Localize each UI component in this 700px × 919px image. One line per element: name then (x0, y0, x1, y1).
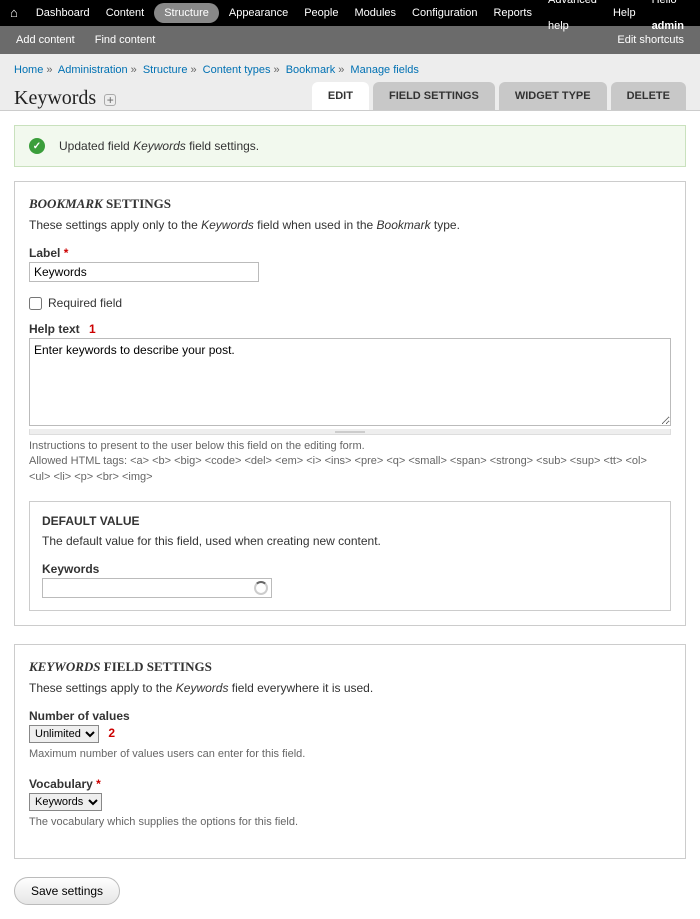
bookmark-settings-heading: BOOKMARK SETTINGS (29, 196, 671, 212)
vocab-label: Vocabulary * (29, 777, 671, 791)
bookmark-settings-panel: BOOKMARK SETTINGS These settings apply o… (14, 181, 686, 626)
numvals-label: Number of values (29, 709, 671, 723)
numvals-select[interactable]: Unlimited (29, 725, 99, 743)
edit-shortcuts-link[interactable]: Edit shortcuts (607, 26, 694, 54)
bc-structure[interactable]: Structure (143, 64, 188, 76)
bc-content-types[interactable]: Content types (203, 64, 271, 76)
helptext-textarea[interactable]: Enter keywords to describe your post. (29, 338, 671, 426)
nav-content[interactable]: Content (98, 0, 153, 26)
label-field-label: Label * (29, 246, 671, 260)
primary-tabs: EDIT FIELD SETTINGS WIDGET TYPE DELETE (312, 82, 686, 110)
default-keywords-label: Keywords (42, 562, 658, 576)
annotation-2: 2 (108, 726, 115, 740)
tab-delete[interactable]: DELETE (611, 82, 686, 110)
vocab-desc: The vocabulary which supplies the option… (29, 815, 671, 830)
annotation-1: 1 (89, 322, 96, 336)
label-input[interactable] (29, 262, 259, 282)
required-label: Required field (48, 296, 122, 310)
bc-administration[interactable]: Administration (58, 64, 128, 76)
find-content-link[interactable]: Find content (85, 26, 166, 54)
bc-home[interactable]: Home (14, 64, 43, 76)
helptext-label: Help text 1 (29, 322, 671, 336)
vocab-select[interactable]: Keywords (29, 793, 102, 811)
bc-manage-fields[interactable]: Manage fields (350, 64, 419, 76)
page-header: Home» Administration» Structure» Content… (0, 54, 700, 111)
tab-widget-type[interactable]: WIDGET TYPE (499, 82, 607, 110)
keywords-settings-desc: These settings apply to the Keywords fie… (29, 681, 671, 695)
bc-bookmark[interactable]: Bookmark (286, 64, 336, 76)
required-checkbox[interactable] (29, 297, 42, 310)
tab-edit[interactable]: EDIT (312, 82, 369, 110)
page-title: Keywords (14, 87, 96, 110)
nav-reports[interactable]: Reports (485, 0, 540, 26)
nav-help[interactable]: Help (605, 0, 644, 26)
save-settings-button[interactable]: Save settings (14, 877, 120, 905)
numvals-desc: Maximum number of values users can enter… (29, 747, 671, 762)
keywords-field-settings-panel: KEYWORDS FIELD SETTINGS These settings a… (14, 644, 686, 859)
tab-field-settings[interactable]: FIELD SETTINGS (373, 82, 495, 110)
check-icon: ✓ (29, 138, 45, 154)
keywords-settings-heading: KEYWORDS FIELD SETTINGS (29, 659, 671, 675)
status-message: ✓ Updated field Keywords field settings. (14, 125, 686, 167)
nav-structure[interactable]: Structure (154, 3, 219, 23)
nav-modules[interactable]: Modules (346, 0, 404, 26)
nav-dashboard[interactable]: Dashboard (28, 0, 98, 26)
default-keywords-input[interactable] (42, 578, 272, 598)
nav-configuration[interactable]: Configuration (404, 0, 485, 26)
textarea-grippie[interactable] (29, 429, 671, 435)
default-value-heading: DEFAULT VALUE (42, 514, 658, 528)
default-value-fieldset: DEFAULT VALUE The default value for this… (29, 501, 671, 611)
main-content: ✓ Updated field Keywords field settings.… (0, 111, 700, 919)
add-shortcut-icon[interactable]: + (104, 94, 116, 106)
default-value-desc: The default value for this field, used w… (42, 534, 658, 548)
helptext-description: Instructions to present to the user belo… (29, 439, 671, 485)
add-content-link[interactable]: Add content (6, 26, 85, 54)
status-text: Updated field Keywords field settings. (59, 139, 259, 153)
bookmark-settings-desc: These settings apply only to the Keyword… (29, 218, 671, 232)
home-icon[interactable]: ⌂ (0, 0, 28, 26)
breadcrumb: Home» Administration» Structure» Content… (14, 64, 686, 76)
nav-people[interactable]: People (296, 0, 346, 26)
nav-advanced-help[interactable]: Advanced help (540, 0, 605, 39)
admin-toolbar: ⌂ Dashboard Content Structure Appearance… (0, 0, 700, 26)
nav-appearance[interactable]: Appearance (221, 0, 296, 26)
